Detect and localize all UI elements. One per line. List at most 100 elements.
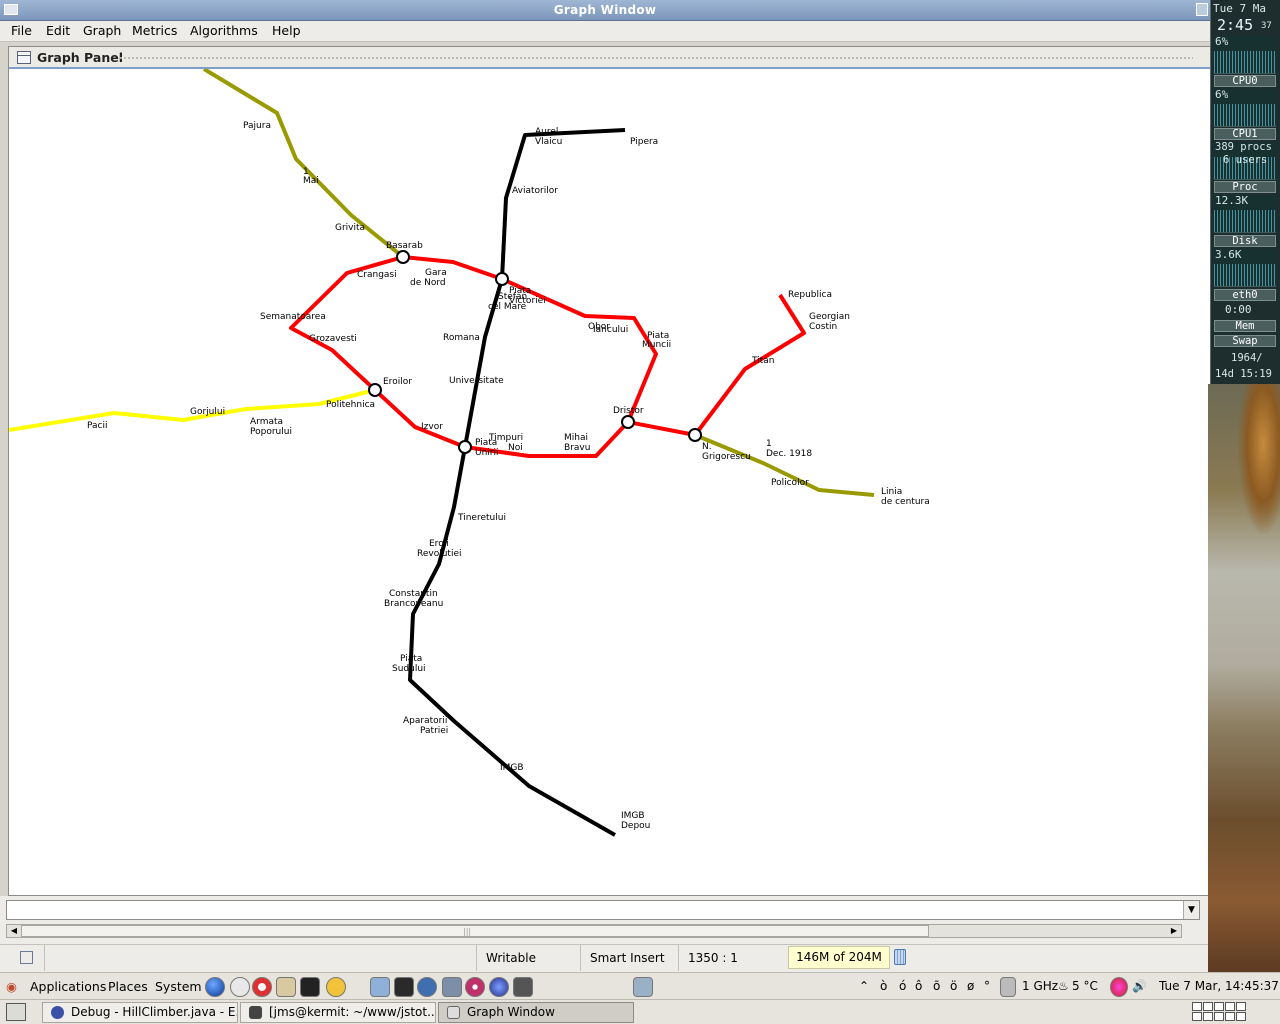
scroll-right-icon[interactable]: ▶ (1167, 925, 1181, 937)
device-manager-icon[interactable] (442, 977, 462, 997)
station-eroii-revolutiei: Eroii (429, 539, 449, 549)
station-piata-sudului-2: Sudului (392, 664, 426, 674)
char-palette-4[interactable]: õ (933, 979, 940, 993)
home-folder-icon[interactable] (276, 977, 296, 997)
clock-app-icon[interactable] (230, 977, 250, 997)
graph-panel-header[interactable]: Graph Panel (9, 47, 1213, 69)
station-pipera: Pipera (630, 137, 658, 147)
char-palette-1[interactable]: ò (880, 979, 887, 993)
station-semanatoarea: Semanatoarea (260, 312, 326, 322)
scrollbar-thumb[interactable] (21, 925, 929, 937)
editor-lower-area: ▼ ◀ ||| ▶ Writable Smart Insert 1350 : 1… (0, 896, 1208, 972)
console-input[interactable]: ▼ (6, 900, 1200, 920)
char-palette-6[interactable]: ø (967, 979, 974, 993)
menu-algorithms[interactable]: Algorithms (190, 23, 258, 38)
interchange-n-grigorescu[interactable] (688, 428, 702, 442)
station-1-dec-1918-2: Dec. 1918 (766, 449, 812, 459)
station-piata-muncii-2: Muncii (642, 340, 671, 350)
line-m1-east[interactable] (627, 293, 806, 437)
dropdown-arrow-icon[interactable]: ▼ (1183, 901, 1199, 919)
gk-date: Tue 7 Ma (1213, 2, 1266, 15)
help-icon[interactable] (252, 977, 272, 997)
minimize-icon[interactable] (1196, 3, 1208, 16)
horizontal-scrollbar[interactable]: ◀ ||| ▶ (6, 924, 1182, 938)
station-pajura: Pajura (243, 121, 271, 131)
terminal-icon[interactable] (300, 977, 320, 997)
station-universitate: Universitate (449, 376, 504, 386)
station-grivita: Grivita (335, 223, 365, 233)
menu-help[interactable]: Help (272, 23, 301, 38)
task-label: Debug - HillClimber.java - E... (71, 1005, 238, 1019)
station-policolor: Policolor (771, 478, 809, 488)
panel-drag-grip[interactable] (119, 56, 1193, 61)
station-armata-poporului: Armata (250, 417, 283, 427)
station-timpuri-noi-2: Noi (508, 443, 523, 453)
menu-metrics[interactable]: Metrics (132, 23, 177, 38)
workspace-switcher[interactable] (1192, 1002, 1276, 1023)
station-gara-de-nord-2: de Nord (410, 278, 446, 288)
panel-clock[interactable]: Tue 7 Mar, 14:45:37 (1159, 979, 1279, 993)
station-eroii-revolutiei-2: Revolutiei (417, 549, 462, 559)
app-launcher-icon[interactable] (394, 977, 414, 997)
places-menu[interactable]: Places (108, 979, 148, 994)
ubuntu-logo-icon[interactable]: ◉ (6, 979, 17, 994)
station-tineretului: Tineretului (457, 513, 506, 523)
eclipse-icon[interactable] (489, 977, 509, 997)
fast-view-icon[interactable] (20, 951, 33, 964)
station-linia-de-centura: Linia (881, 487, 902, 497)
temperature-icon: ♨ (1058, 979, 1069, 993)
line-m1-loop[interactable] (289, 255, 658, 458)
window-task-icon (447, 1006, 460, 1019)
menu-file[interactable]: File (11, 23, 32, 38)
metro-graph[interactable]: Pajura 1 Mai Grivita Basarab Crangasi Ga… (9, 69, 1213, 895)
line-m4-north[interactable] (202, 69, 405, 259)
monitor-applet-icon[interactable] (633, 977, 653, 997)
cd-player-icon[interactable] (465, 977, 485, 997)
screen-icon[interactable] (513, 977, 533, 997)
eclipse-task-icon (51, 1006, 64, 1019)
char-palette-7[interactable]: ° (984, 979, 990, 993)
window-titlebar[interactable]: Graph Window (0, 0, 1210, 21)
cpu-freq-icon (1000, 977, 1016, 997)
interchange-piata-victoriei[interactable] (495, 272, 509, 286)
tray-expand-icon[interactable]: ⌃ (859, 979, 869, 993)
gk-disk-label: Disk (1214, 235, 1276, 247)
network-tool-icon[interactable] (417, 977, 437, 997)
garbage-collect-icon[interactable] (894, 949, 906, 965)
interchange-dristor[interactable] (621, 415, 635, 429)
status-position: 1350 : 1 (688, 951, 738, 965)
station-piata-unirii-2: Unirii (475, 448, 499, 458)
graph-panel-title: Graph Panel (37, 50, 123, 65)
gk-net-label: eth0 (1214, 289, 1276, 301)
show-desktop-icon[interactable] (6, 1003, 26, 1021)
volume-icon[interactable]: 🔊 (1132, 979, 1147, 993)
menu-graph[interactable]: Graph (83, 23, 121, 38)
station-izvor: Izvor (421, 422, 443, 432)
station-romana: Romana (443, 333, 480, 343)
station-gorjului: Gorjului (190, 407, 225, 417)
char-palette-5[interactable]: ö (950, 979, 957, 993)
gk-cpu0-label: CPU0 (1214, 75, 1276, 87)
mail-icon[interactable] (370, 977, 390, 997)
applications-menu[interactable]: Applications (30, 979, 106, 994)
network-status-icon[interactable] (1110, 977, 1128, 997)
interchange-basarab[interactable] (396, 250, 410, 264)
char-palette-3[interactable]: ô (915, 979, 922, 993)
task-graph-window[interactable]: Graph Window (438, 1002, 634, 1023)
browser-icon[interactable] (205, 977, 225, 997)
char-palette-2[interactable]: ó (899, 979, 906, 993)
system-menu[interactable]: System (155, 979, 202, 994)
heap-status[interactable]: 146M of 204M (788, 946, 890, 969)
station-stefan-cel-mare-2: cel Mare (488, 302, 527, 312)
status-writable: Writable (486, 951, 536, 965)
messenger-icon[interactable] (326, 977, 346, 997)
task-terminal[interactable]: [jms@kermit: ~/www/jstot... (240, 1002, 436, 1023)
station-republica: Republica (788, 290, 832, 300)
station-stefan-cel-mare: Stefan (498, 292, 527, 302)
interchange-piata-unirii[interactable] (458, 440, 472, 454)
menu-edit[interactable]: Edit (46, 23, 70, 38)
scroll-left-icon[interactable]: ◀ (7, 925, 21, 937)
interchange-eroilor[interactable] (368, 383, 382, 397)
station-armata-poporului-2: Poporului (250, 427, 292, 437)
task-eclipse-debug[interactable]: Debug - HillClimber.java - E... (42, 1002, 238, 1023)
